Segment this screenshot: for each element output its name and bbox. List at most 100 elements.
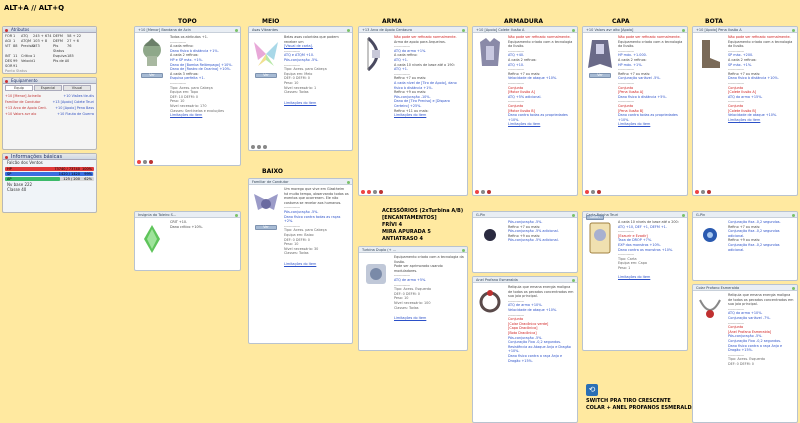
note-line: [ENCANTAMENTOS]: [382, 215, 437, 221]
item-restrictions-link[interactable]: Limitações do item: [284, 101, 349, 106]
close-icon[interactable]: [792, 213, 795, 217]
card-slot-icon[interactable]: [143, 160, 147, 164]
item-restrictions-link[interactable]: Limitações do item: [394, 316, 464, 321]
close-icon[interactable]: [462, 248, 465, 252]
sp-label: SP: [7, 172, 12, 176]
card-slot-icon[interactable]: [487, 190, 491, 194]
view-button[interactable]: Ver: [141, 73, 163, 78]
view-button[interactable]: Ver: [255, 73, 277, 78]
card-slot-icon[interactable]: [597, 190, 601, 194]
item-card-colar: Colar Profano Esmeralda Relíquia que ema…: [692, 284, 798, 423]
item-name: +10 [Menor] Bandana de Acin: [138, 28, 191, 32]
switch-note-text: SWITCH PRA TIRO CRESCENTE COLAR + ANEL P…: [586, 398, 695, 412]
sp-percent: 99%: [84, 172, 92, 176]
item-card-header[interactable]: Insígnia do Toleiro S...: [135, 212, 240, 218]
item-card-header[interactable]: +10 [Apoio] Pena Ilusão A: [693, 27, 797, 33]
card-image: [589, 222, 611, 254]
equipment-slots: +10 [Menor] Acinello Familiar de Conduto…: [3, 92, 96, 118]
basic-info-panel: Informações básicas Falcão dos Ventos HP…: [2, 153, 97, 213]
item-restrictions-link[interactable]: Limitações do item: [284, 262, 349, 267]
attr-value: 76: [67, 44, 72, 48]
item-card-pin-1: G-Pin Pós-conjuração -5%. Refino +7 ou m…: [472, 211, 578, 273]
item-restrictions-link[interactable]: Limitações do item: [170, 113, 237, 118]
character-name: Falcão dos Ventos: [7, 160, 43, 165]
desc-line: Relíquia que emana energia maligna de to…: [728, 293, 794, 307]
item-card-meio: Asas Vibrantes Ver Belas asas coloridas …: [248, 26, 353, 151]
panel-icon: [5, 28, 8, 32]
close-icon[interactable]: [235, 28, 238, 32]
close-icon[interactable]: [682, 213, 685, 217]
close-icon[interactable]: [682, 28, 685, 32]
ring-image: [479, 290, 501, 313]
item-card-header[interactable]: +13 Arco de Apoio Centauro: [359, 27, 467, 33]
item-restrictions-link[interactable]: Limitações do item: [618, 122, 684, 127]
card-slot-icon[interactable]: [367, 190, 371, 194]
view-button[interactable]: Ver: [589, 73, 611, 78]
item-card-header[interactable]: Colar Profano Esmeralda: [693, 285, 797, 291]
item-card-header[interactable]: G-Pin: [473, 212, 577, 218]
attributes-rows: FOR 1 ATQ 245 + 674 DEFM 58 + 22 AGI 1 ATQM 1…: [3, 33, 96, 74]
attr-name: Pts de Atributo: [53, 59, 67, 63]
switch-icon[interactable]: ⟲: [586, 384, 598, 396]
card-badge-button[interactable]: Dflen: [586, 215, 604, 220]
card-slot-icon[interactable]: [251, 145, 255, 149]
card-slot-icon[interactable]: [695, 190, 699, 194]
view-button[interactable]: Ver: [255, 225, 277, 230]
item-card-header[interactable]: Asas Vibrantes: [249, 27, 352, 33]
card-slot-icon[interactable]: [481, 190, 485, 194]
card-slot-icon[interactable]: [585, 190, 589, 194]
item-card-anel: Anel Profano Esmeralda Relíquia que eman…: [472, 276, 578, 423]
item-description: Equipamento criado com a tecnologia da I…: [394, 255, 464, 321]
card-slot-icon[interactable]: [701, 190, 705, 194]
item-card-topo: +10 [Menor] Bandana de Acin Ver Todos os…: [134, 26, 241, 166]
tab-equip[interactable]: Equip: [5, 85, 33, 91]
card-slot-icon[interactable]: [707, 190, 711, 194]
item-card-pin-2: G-Pin Conjuração fixa -0,2 segundos. Ref…: [692, 211, 798, 281]
card-slot-icon[interactable]: [137, 160, 141, 164]
close-icon[interactable]: [462, 28, 465, 32]
attributes-panel: Atributos FOR 1 ATQ 245 + 674 DEFM 58 + 22 …: [2, 26, 97, 74]
desc-line: Classes: Todas: [394, 305, 419, 310]
close-icon[interactable]: [572, 278, 575, 282]
card-slot-icon[interactable]: [149, 160, 153, 164]
hotkey-note: ALT+A // ALT+Q: [4, 4, 65, 12]
close-icon[interactable]: [235, 213, 238, 217]
tab-especial[interactable]: Especial: [34, 85, 62, 91]
attributes-panel-header[interactable]: Atributos: [3, 27, 96, 33]
basic-info-header[interactable]: Informações básicas: [3, 154, 96, 160]
item-card-header[interactable]: Familiar de Condutor: [249, 179, 352, 185]
item-restrictions-link[interactable]: Limitações do item: [618, 275, 684, 280]
card-slot-icon[interactable]: [373, 190, 377, 194]
close-icon[interactable]: [347, 28, 350, 32]
equipment-panel-header[interactable]: Equipamento: [3, 78, 96, 84]
close-icon[interactable]: [572, 213, 575, 217]
close-icon[interactable]: [572, 28, 575, 32]
class-level-label: Classe: [7, 187, 20, 192]
equip-slot-item[interactable]: +10 Valors avr alo: [5, 111, 47, 117]
item-card-header[interactable]: +10 Valors avr alto [Apoio]: [583, 27, 687, 33]
tab-visual[interactable]: Visual: [63, 85, 91, 91]
attr-value: 0: [67, 59, 70, 63]
close-icon[interactable]: [347, 180, 350, 184]
card-slot-icon[interactable]: [379, 190, 383, 194]
card-slot-icon[interactable]: [475, 190, 479, 194]
item-restrictions-link[interactable]: Limitações do item: [508, 122, 574, 127]
card-slot-icon[interactable]: [257, 145, 261, 149]
item-card-header[interactable]: Turbina Duplo (+ ...: [359, 247, 467, 253]
close-icon[interactable]: [792, 286, 795, 290]
card-slot-icon[interactable]: [361, 190, 365, 194]
item-restrictions-link[interactable]: Limitações do item: [728, 118, 794, 123]
item-description: Um morego que vive em Glastheim há muito…: [284, 187, 349, 267]
item-card-header[interactable]: +10 [Menor] Bandana de Acin: [135, 27, 240, 33]
insignia-image: [144, 225, 160, 253]
item-card-header[interactable]: Anel Profano Esmeralda: [473, 277, 577, 283]
equip-slot-item[interactable]: +10 Flauta de Guerra: [52, 111, 94, 117]
card-slot-icon[interactable]: [263, 145, 267, 149]
card-slot-icon[interactable]: [591, 190, 595, 194]
item-card-header[interactable]: +10 [Apoio] Colete Ilusão A: [473, 27, 577, 33]
item-card-armadura: +10 [Apoio] Colete Ilusão A Não pode ser…: [472, 26, 578, 196]
close-icon[interactable]: [792, 28, 795, 32]
item-card-header[interactable]: G-Pin: [693, 212, 797, 218]
item-restrictions-link[interactable]: Limitações do item: [394, 113, 464, 118]
armor-image: [480, 38, 500, 66]
